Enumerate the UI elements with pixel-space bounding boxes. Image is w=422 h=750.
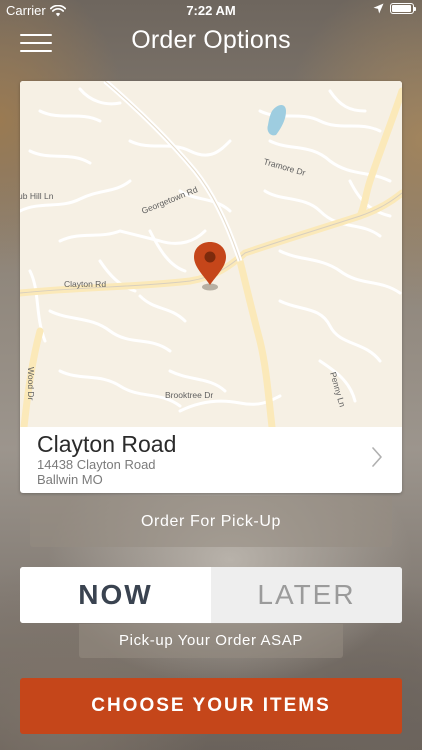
chevron-right-icon <box>372 447 382 467</box>
battery-icon <box>390 3 416 14</box>
pickup-timing-note: Pick-up Your Order ASAP <box>79 624 343 658</box>
map-label-wood: Wood Dr <box>26 367 36 401</box>
segment-later[interactable]: LATER <box>211 567 402 623</box>
page-title: Order Options <box>131 26 291 54</box>
store-address-line1: 14438 Clayton Road <box>37 457 156 472</box>
location-arrow-icon <box>373 3 384 14</box>
segment-now[interactable]: NOW <box>20 567 211 623</box>
store-info-row[interactable]: Clayton Road 14438 Clayton Road Ballwin … <box>20 427 402 493</box>
status-time: 7:22 AM <box>186 3 236 18</box>
battery-level <box>392 5 411 12</box>
map-canvas: ub Hill Ln Georgetown Rd Tramore Dr Clay… <box>20 81 402 427</box>
store-map[interactable]: ub Hill Ln Georgetown Rd Tramore Dr Clay… <box>20 81 402 427</box>
store-address-line2: Ballwin MO <box>37 472 103 487</box>
status-bar: Carrier 7:22 AM <box>0 0 422 22</box>
location-card: ub Hill Ln Georgetown Rd Tramore Dr Clay… <box>20 81 402 493</box>
map-label-clayton: Clayton Rd <box>64 279 106 289</box>
status-right <box>373 3 416 14</box>
choose-items-button[interactable]: CHOOSE YOUR ITEMS <box>20 678 402 734</box>
store-address: 14438 Clayton Road Ballwin MO <box>37 457 156 487</box>
map-label-hill: ub Hill Ln <box>20 191 54 201</box>
nav-bar: Order Options <box>0 22 422 62</box>
store-name: Clayton Road <box>37 431 177 457</box>
map-label-brooktree: Brooktree Dr <box>165 390 213 400</box>
order-type-button[interactable]: Order For Pick-Up <box>30 496 392 547</box>
timing-segmented-control: NOW LATER <box>20 567 402 623</box>
